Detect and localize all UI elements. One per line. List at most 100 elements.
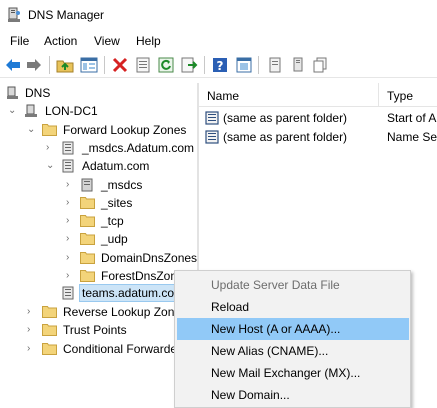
toolbar-separator: [104, 56, 105, 74]
menu-action[interactable]: Action: [44, 34, 77, 48]
toolbar-separator: [204, 56, 205, 74]
menu-item-label: New Host (A or AAAA)...: [211, 322, 341, 336]
forward-arrow-icon[interactable]: [25, 56, 43, 74]
expanded-chevron-icon[interactable]: ⌄: [8, 105, 18, 117]
folder-icon: [42, 305, 57, 318]
tree-item-conditional-forwarders[interactable]: › Conditional Forwarders: [0, 339, 198, 359]
window-title: DNS Manager: [28, 8, 105, 22]
column-header-type[interactable]: Type: [387, 89, 413, 103]
mmc-snapin-icon[interactable]: [235, 56, 253, 74]
dns-root-icon: [6, 86, 20, 99]
tree-label: Adatum.com: [82, 159, 150, 173]
context-menu: Update Server Data File Reload New Host …: [174, 270, 411, 408]
folder-icon: [80, 214, 95, 227]
menu-help[interactable]: Help: [136, 34, 161, 48]
expanded-chevron-icon[interactable]: ⌄: [46, 160, 56, 172]
tree-item-msdcs-adatum[interactable]: › _msdcs.Adatum.com: [0, 138, 198, 158]
properties-icon[interactable]: [134, 56, 152, 74]
list-header: Name Type: [199, 83, 437, 107]
zone-icon: [61, 141, 75, 155]
title-bar: DNS Manager: [0, 0, 437, 30]
folder-icon: [80, 232, 95, 245]
show-hide-tree-icon[interactable]: [80, 56, 98, 74]
column-divider[interactable]: [378, 83, 379, 107]
server-icon[interactable]: [289, 56, 307, 74]
zone-icon: [61, 159, 75, 173]
view-records-icon[interactable]: [266, 56, 284, 74]
tree-item-trust-points[interactable]: › Trust Points: [0, 320, 198, 340]
tree-label: _sites: [101, 196, 133, 210]
zone-icon: [80, 178, 94, 192]
tree-label: LON-DC1: [45, 104, 98, 118]
server-icon: [24, 104, 38, 117]
menu-item-label: New Mail Exchanger (MX)...: [211, 366, 361, 380]
tree-item-sub-msdcs[interactable]: › _msdcs: [0, 175, 198, 195]
menu-item-new-domain[interactable]: New Domain...: [177, 384, 409, 406]
tree-item-lon-dc1[interactable]: ⌄ LON-DC1: [0, 101, 198, 121]
collapsed-chevron-icon[interactable]: ›: [66, 270, 76, 282]
tree-item-adatum-com[interactable]: ⌄ Adatum.com: [0, 156, 198, 176]
collapsed-chevron-icon[interactable]: ›: [46, 142, 56, 154]
tree-item-domaindnszones[interactable]: › DomainDnsZones: [0, 248, 198, 268]
menu-view[interactable]: View: [94, 34, 120, 48]
collapsed-chevron-icon[interactable]: ›: [66, 215, 76, 227]
export-list-icon[interactable]: [180, 56, 198, 74]
tree-item-dns[interactable]: DNS: [0, 83, 198, 103]
collapsed-chevron-icon[interactable]: ›: [66, 179, 76, 191]
folder-icon: [80, 269, 95, 282]
menu-item-new-host[interactable]: New Host (A or AAAA)...: [177, 318, 409, 340]
tree-label: Reverse Lookup Zones: [63, 305, 188, 319]
tree-label: _msdcs: [101, 178, 143, 192]
collapsed-chevron-icon[interactable]: ›: [27, 324, 37, 336]
tree-item-reverse-lookup-zones[interactable]: › Reverse Lookup Zones: [0, 302, 198, 322]
collapsed-chevron-icon[interactable]: ›: [66, 252, 76, 264]
menu-item-label: Reload: [211, 300, 250, 314]
tree-label: DomainDnsZones: [101, 251, 198, 265]
back-arrow-icon[interactable]: [4, 56, 22, 74]
tree-label: _udp: [101, 232, 128, 246]
folder-icon: [42, 123, 57, 136]
tree-item-teams-adatum[interactable]: teams.adatum.com: [0, 283, 198, 303]
menu-item-reload[interactable]: Reload: [177, 296, 409, 318]
record-name: (same as parent folder): [223, 130, 348, 144]
tree-label: Forward Lookup Zones: [63, 123, 187, 137]
folder-icon: [42, 323, 57, 336]
record-icon: [205, 111, 219, 125]
collapsed-chevron-icon[interactable]: ›: [66, 197, 76, 209]
tree-label: Trust Points: [63, 323, 127, 337]
expanded-chevron-icon[interactable]: ⌄: [27, 124, 37, 136]
folder-icon: [80, 196, 95, 209]
dns-server-icon: [7, 7, 22, 26]
refresh-icon[interactable]: [157, 56, 175, 74]
menu-file[interactable]: File: [10, 34, 29, 48]
record-type: Name Server (NS): [387, 130, 437, 144]
toolbar: ?: [0, 52, 437, 78]
tree-label: _msdcs.Adatum.com: [82, 141, 195, 155]
collapsed-chevron-icon[interactable]: ›: [27, 343, 37, 355]
console-tree: DNS ⌄ LON-DC1 ⌄ Forward Lookup Zones › _…: [0, 83, 198, 408]
column-header-name[interactable]: Name: [207, 89, 239, 103]
toolbar-separator: [258, 56, 259, 74]
tree-item-sites[interactable]: › _sites: [0, 193, 198, 213]
menu-bar: File Action View Help: [0, 31, 437, 51]
record-row[interactable]: (same as parent folder) Name Server (NS): [199, 127, 437, 147]
collapsed-chevron-icon[interactable]: ›: [27, 306, 37, 318]
record-name: (same as parent folder): [223, 111, 348, 125]
tree-label: DNS: [25, 86, 51, 100]
svg-text:?: ?: [217, 59, 224, 73]
menu-item-new-alias[interactable]: New Alias (CNAME)...: [177, 340, 409, 362]
up-folder-icon[interactable]: [56, 56, 74, 74]
copy-icon[interactable]: [311, 56, 329, 74]
collapsed-chevron-icon[interactable]: ›: [66, 233, 76, 245]
tree-item-forward-lookup-zones[interactable]: ⌄ Forward Lookup Zones: [0, 120, 198, 140]
delete-icon[interactable]: [111, 56, 129, 74]
help-icon[interactable]: ?: [211, 56, 229, 74]
menu-item-label: New Domain...: [211, 388, 290, 402]
record-row[interactable]: (same as parent folder) Start of Authori…: [199, 108, 437, 128]
zone-icon: [61, 286, 75, 300]
tree-item-udp[interactable]: › _udp: [0, 229, 198, 249]
menu-item-new-mail-exchanger[interactable]: New Mail Exchanger (MX)...: [177, 362, 409, 384]
folder-icon: [42, 342, 57, 355]
menu-item-update-server-data-file: Update Server Data File: [177, 274, 409, 296]
tree-item-tcp[interactable]: › _tcp: [0, 211, 198, 231]
